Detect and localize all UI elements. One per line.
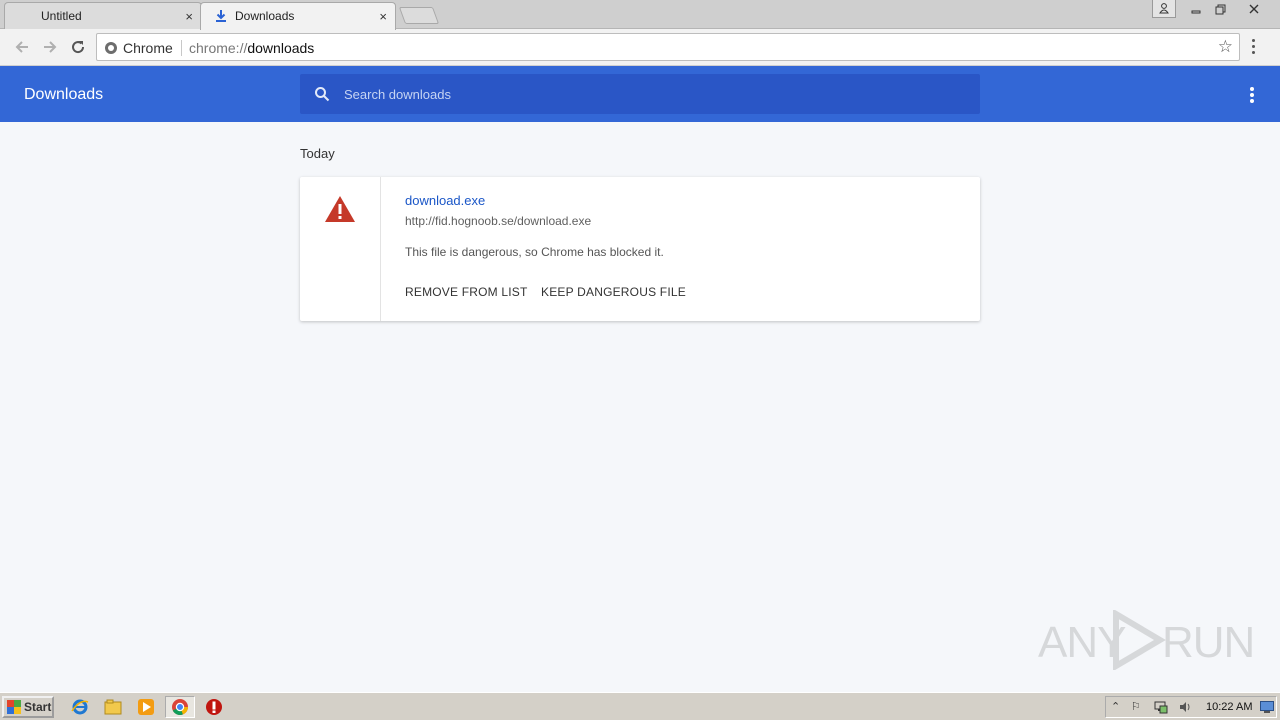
search-icon — [315, 87, 330, 102]
internet-explorer-icon[interactable] — [70, 697, 90, 717]
tab-title: Downloads — [235, 9, 295, 23]
system-tray: ⌃ ⚐ 10:22 AM — [1105, 696, 1277, 718]
download-item-card: download.exe http://fid.hognoob.se/downl… — [300, 177, 980, 321]
warning-triangle-icon — [325, 196, 355, 222]
browser-toolbar: Chrome chrome://downloads ☆ — [0, 29, 1280, 66]
start-button[interactable]: Start — [2, 696, 54, 718]
network-icon[interactable] — [1154, 700, 1168, 714]
danger-message: This file is dangerous, so Chrome has bl… — [405, 245, 664, 259]
close-icon[interactable] — [1240, 0, 1268, 18]
new-tab-button[interactable] — [398, 7, 440, 24]
start-label: Start — [24, 700, 52, 714]
browser-menu-icon[interactable] — [1252, 39, 1256, 57]
tab-close-icon[interactable]: × — [379, 9, 387, 24]
watermark-text-right: RUN — [1162, 618, 1255, 667]
address-bar[interactable]: Chrome chrome://downloads ☆ — [96, 33, 1240, 61]
file-explorer-icon[interactable] — [103, 697, 123, 717]
windows-logo-icon — [7, 700, 21, 714]
omnibox-url[interactable]: chrome://downloads — [189, 40, 314, 56]
tab-strip: Untitled × Downloads × — [0, 0, 1280, 30]
tab-title: Untitled — [41, 9, 82, 23]
download-item-icon-column — [300, 177, 381, 321]
stop-icon[interactable] — [204, 697, 224, 717]
show-desktop-icon[interactable] — [1260, 701, 1274, 715]
chrome-page-icon — [105, 42, 117, 54]
url-path: downloads — [247, 40, 315, 56]
omnibox-separator — [181, 40, 182, 56]
volume-icon[interactable] — [1178, 700, 1192, 714]
play-logo-icon — [1113, 610, 1166, 670]
file-source-url[interactable]: http://fid.hognoob.se/download.exe — [405, 214, 591, 228]
search-box[interactable] — [300, 74, 980, 114]
show-hidden-icons-icon[interactable]: ⌃ — [1111, 700, 1125, 714]
tab-untitled[interactable]: Untitled × — [4, 2, 202, 29]
anyrun-watermark: ANY RUN — [1038, 610, 1255, 670]
bookmark-star-icon[interactable]: ☆ — [1218, 37, 1233, 57]
date-section-label: Today — [300, 146, 335, 161]
remove-from-list-button[interactable]: REMOVE FROM LIST — [405, 285, 528, 299]
keep-dangerous-file-button[interactable]: KEEP DANGEROUS FILE — [541, 285, 686, 299]
restore-icon[interactable] — [1208, 0, 1232, 18]
tab-close-icon[interactable]: × — [185, 9, 193, 24]
forward-icon[interactable] — [40, 37, 60, 57]
media-player-icon[interactable] — [136, 697, 156, 717]
more-actions-icon[interactable] — [1250, 87, 1254, 105]
download-icon — [216, 10, 226, 22]
downloads-header: Downloads — [0, 66, 1280, 122]
omnibox-scheme-label: Chrome — [123, 40, 173, 56]
page-title: Downloads — [24, 86, 104, 103]
file-name-link[interactable]: download.exe — [405, 193, 485, 208]
user-icon[interactable] — [1152, 0, 1176, 18]
url-prefix: chrome:// — [189, 40, 248, 56]
minimize-icon[interactable] — [1184, 0, 1208, 18]
tab-downloads[interactable]: Downloads × — [200, 2, 396, 30]
reload-icon[interactable] — [68, 37, 88, 57]
taskbar-clock[interactable]: 10:22 AM — [1206, 701, 1252, 713]
chrome-icon[interactable] — [165, 696, 195, 718]
action-center-flag-icon[interactable]: ⚐ — [1131, 700, 1145, 714]
taskbar: Start ⌃ ⚐ 10:22 AM — [0, 692, 1280, 720]
search-input[interactable] — [344, 74, 964, 114]
back-icon[interactable] — [12, 37, 32, 57]
